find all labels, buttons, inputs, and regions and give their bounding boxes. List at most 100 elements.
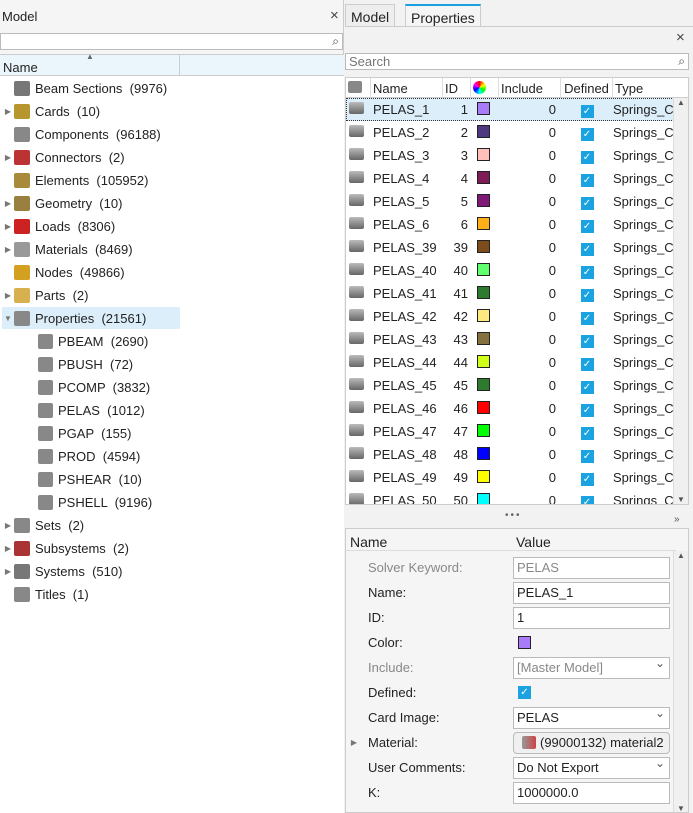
defined-checkbox[interactable]: ✓ [580, 472, 594, 486]
tree-item[interactable]: PELAS (1012) [26, 399, 145, 421]
color-cell[interactable] [471, 170, 499, 187]
tree-item[interactable]: PCOMP (3832) [26, 376, 150, 398]
table-row[interactable]: PELAS_40 40 0 ✓ Springs_C [346, 259, 688, 282]
tab-properties[interactable]: Properties [405, 4, 481, 27]
defined-checkbox[interactable]: ✓ [580, 196, 594, 210]
tree-item[interactable]: PSHELL (9196) [26, 491, 152, 513]
tree-item[interactable]: ▶ Sets (2) [2, 514, 84, 536]
expand-arrow-icon[interactable]: ▶ [2, 567, 14, 576]
color-swatch[interactable] [477, 285, 490, 299]
tree-item[interactable]: ▶ Subsystems (2) [2, 537, 129, 559]
model-search-input[interactable] [1, 34, 308, 49]
defined-checkbox[interactable]: ✓ [580, 242, 594, 256]
color-swatch[interactable] [477, 239, 490, 253]
user-comments-select[interactable]: Do Not Export [513, 756, 670, 779]
defined-checkbox[interactable]: ✓ [580, 426, 594, 440]
defined-checkbox[interactable]: ✓ [580, 150, 594, 164]
defined-checkbox[interactable]: ✓ [580, 265, 594, 279]
search-icon[interactable]: ⌕ [678, 54, 685, 69]
color-swatch[interactable] [518, 636, 531, 649]
defined-cell[interactable]: ✓ [561, 447, 613, 463]
table-row[interactable]: PELAS_1 1 0 ✓ Springs_C [346, 98, 688, 121]
defined-checkbox[interactable]: ✓ [580, 219, 594, 233]
color-swatch[interactable] [477, 262, 490, 276]
close-properties-panel-icon[interactable]: × [676, 29, 685, 46]
defined-checkbox[interactable]: ✓ [580, 403, 594, 417]
color-swatch[interactable] [477, 423, 490, 437]
scroll-down-icon[interactable]: ▼ [674, 804, 688, 812]
tree-item[interactable]: PBEAM (2690) [26, 330, 148, 352]
material-button[interactable]: (99000132) material2 [513, 731, 670, 754]
column-header-type[interactable]: Type [613, 78, 673, 97]
tree-item[interactable]: Beam Sections (9976) [2, 77, 167, 99]
defined-cell[interactable]: ✓ [561, 332, 613, 348]
color-cell[interactable] [471, 216, 499, 233]
table-row[interactable]: PELAS_48 48 0 ✓ Springs_C [346, 443, 688, 466]
scroll-up-icon[interactable]: ▲ [674, 98, 688, 107]
color-column-header[interactable] [471, 78, 499, 97]
properties-search-input[interactable] [346, 54, 654, 69]
table-row[interactable]: PELAS_6 6 0 ✓ Springs_C [346, 213, 688, 236]
defined-cell[interactable]: ✓ [561, 401, 613, 417]
expand-arrow-icon[interactable]: ▶ [2, 222, 14, 231]
tree-item[interactable]: ▶ Connectors (2) [2, 146, 125, 168]
table-row[interactable]: PELAS_4 4 0 ✓ Springs_C [346, 167, 688, 190]
table-row[interactable]: PELAS_43 43 0 ✓ Springs_C [346, 328, 688, 351]
tab-model[interactable]: Model [345, 4, 396, 27]
color-swatch[interactable] [477, 377, 490, 391]
table-row[interactable]: PELAS_46 46 0 ✓ Springs_C [346, 397, 688, 420]
collapse-icon[interactable]: » [674, 514, 680, 525]
table-row[interactable]: PELAS_2 2 0 ✓ Springs_C [346, 121, 688, 144]
color-cell[interactable] [471, 377, 499, 394]
color-cell[interactable] [471, 285, 499, 302]
name-field[interactable]: PELAS_1 [513, 581, 670, 604]
expand-arrow-icon[interactable]: ▶ [2, 544, 14, 553]
color-swatch[interactable] [477, 469, 490, 483]
color-cell[interactable] [471, 446, 499, 463]
k-field[interactable]: 1000000.0 [513, 781, 670, 804]
properties-search-box[interactable]: ⌕ [345, 53, 689, 70]
defined-checkbox[interactable]: ✓ [580, 311, 594, 325]
color-swatch[interactable] [477, 193, 490, 207]
color-cell[interactable] [471, 147, 499, 164]
defined-checkbox[interactable]: ✓ [580, 380, 594, 394]
defined-cell[interactable]: ✓ [561, 378, 613, 394]
defined-cell[interactable]: ✓ [561, 286, 613, 302]
id-field[interactable]: 1 [513, 606, 670, 629]
defined-cell[interactable]: ✓ [561, 309, 613, 325]
splitter-handle[interactable]: ••• [505, 510, 522, 521]
search-icon[interactable]: ⌕ [332, 34, 339, 49]
editor-scrollbar[interactable]: ▲ ▼ [673, 551, 688, 812]
defined-checkbox[interactable]: ✓ [580, 127, 594, 141]
expanded-arrow-icon[interactable]: ▼ [2, 314, 14, 323]
scroll-down-icon[interactable]: ▼ [674, 495, 688, 504]
color-swatch[interactable] [477, 216, 490, 230]
color-cell[interactable] [471, 262, 499, 279]
color-cell[interactable] [471, 469, 499, 486]
tree-item[interactable]: ▶ Parts (2) [2, 284, 88, 306]
color-swatch[interactable] [477, 147, 490, 161]
defined-checkbox[interactable]: ✓ [580, 357, 594, 371]
defined-checkbox[interactable]: ✓ [580, 449, 594, 463]
model-search-box[interactable]: ⌕ [0, 33, 343, 50]
table-row[interactable]: PELAS_42 42 0 ✓ Springs_C [346, 305, 688, 328]
tree-item[interactable]: Components (96188) [2, 123, 161, 145]
defined-checkbox[interactable]: ✓ [580, 173, 594, 187]
tree-item[interactable]: PGAP (155) [26, 422, 131, 444]
defined-cell[interactable]: ✓ [561, 171, 613, 187]
table-row[interactable]: PELAS_49 49 0 ✓ Springs_C [346, 466, 688, 489]
color-cell[interactable] [471, 423, 499, 440]
defined-cell[interactable]: ✓ [561, 355, 613, 371]
table-row[interactable]: PELAS_47 47 0 ✓ Springs_C [346, 420, 688, 443]
scroll-up-icon[interactable]: ▲ [674, 551, 688, 560]
color-cell[interactable] [471, 400, 499, 417]
tree-item[interactable]: Titles (1) [2, 583, 89, 605]
table-row[interactable]: PELAS_41 41 0 ✓ Springs_C [346, 282, 688, 305]
defined-cell[interactable]: ✓ [561, 424, 613, 440]
tree-item[interactable]: ▶ Systems (510) [2, 560, 122, 582]
defined-checkbox[interactable]: ✓ [580, 495, 594, 504]
color-cell[interactable] [471, 193, 499, 210]
defined-cell[interactable]: ✓ [561, 493, 613, 504]
color-cell[interactable] [471, 492, 499, 504]
expand-arrow-icon[interactable]: ▶ [2, 521, 14, 530]
